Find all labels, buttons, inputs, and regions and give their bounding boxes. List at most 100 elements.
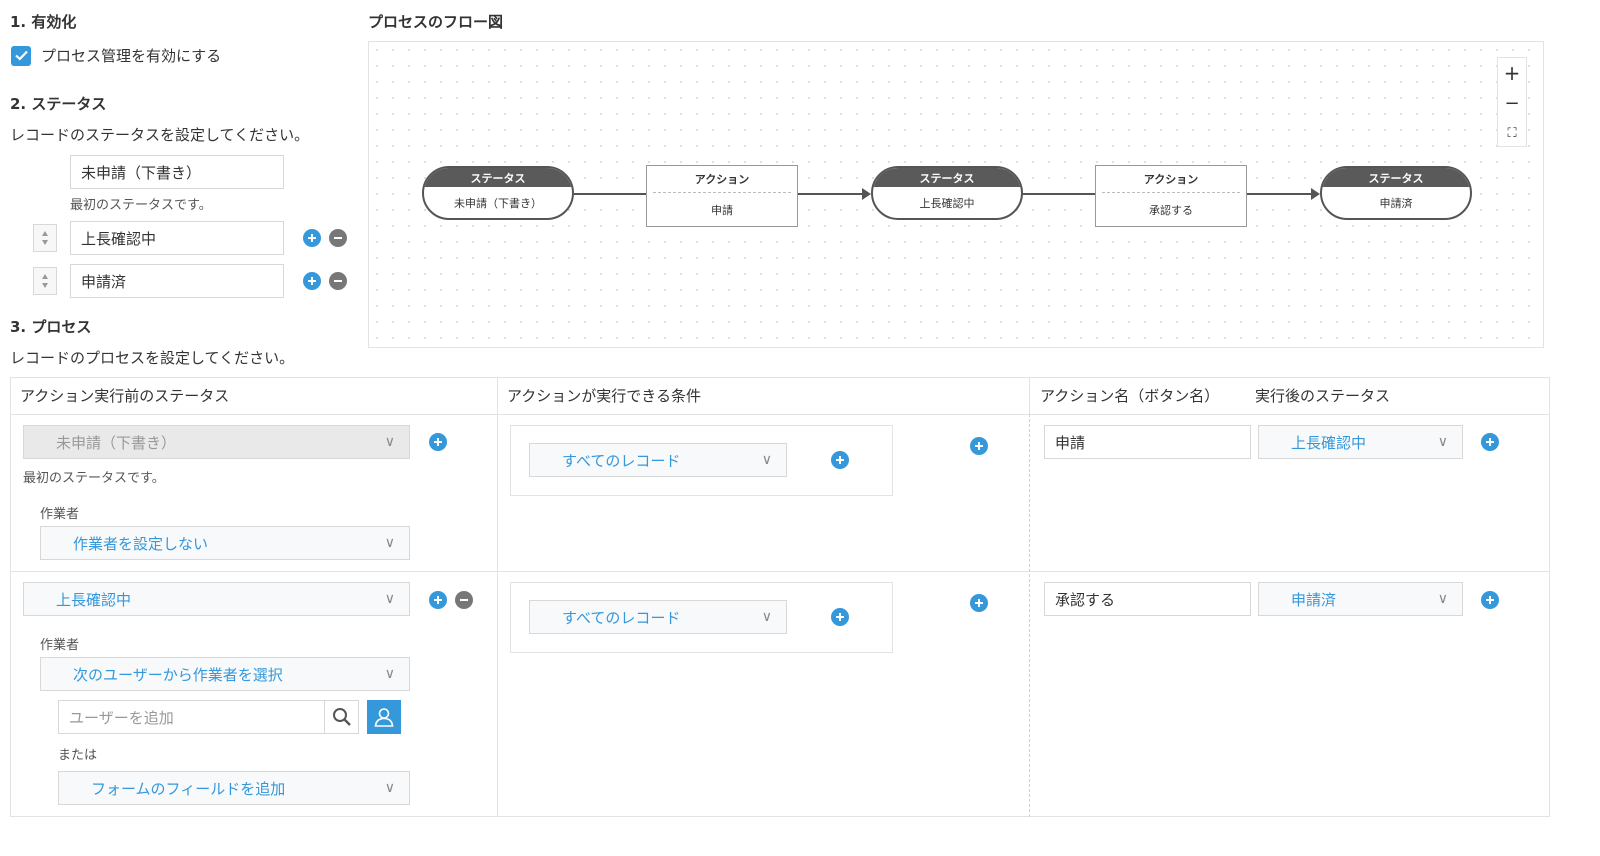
condition-select[interactable]: すべてのレコード ∨ [529, 600, 787, 634]
minus-icon [334, 280, 342, 282]
condition-value: すべてのレコード [562, 608, 681, 627]
first-status-note: 最初のステータスです。 [23, 471, 165, 486]
assignee-select[interactable]: 次のユーザーから作業者を選択 ∨ [40, 657, 410, 691]
flow-connector [1247, 193, 1312, 195]
fit-view-button[interactable]: ⛶ [1498, 118, 1526, 148]
plus-icon [975, 442, 983, 450]
before-status-value: 上長確認中 [56, 590, 132, 609]
flow-status-head: ステータス [1322, 168, 1470, 187]
enable-process-row[interactable]: プロセス管理を有効にする [11, 45, 221, 66]
flow-connector [798, 193, 863, 195]
arrow-head-icon [862, 188, 871, 200]
add-action-button[interactable] [429, 433, 447, 451]
table-row-divider [10, 571, 1550, 572]
remove-action-button[interactable] [455, 591, 473, 609]
add-action-button[interactable] [429, 591, 447, 609]
action-name-input[interactable]: 申請 [1044, 425, 1251, 459]
search-button[interactable] [324, 700, 359, 734]
flow-status-head: ステータス [424, 168, 572, 187]
flow-status-label: 上長確認中 [919, 196, 975, 210]
add-condition-button[interactable] [831, 608, 849, 626]
after-status-value: 上長確認中 [1291, 433, 1367, 452]
plus-icon [836, 613, 844, 621]
flow-status-label: 申請済 [1379, 196, 1413, 210]
zoom-in-button[interactable]: + [1498, 58, 1526, 88]
status-input-3[interactable]: 申請済 [70, 264, 284, 298]
section-enable-title: 1. 有効化 [10, 13, 77, 31]
user-picker-button[interactable] [367, 700, 401, 734]
minus-icon: − [1504, 92, 1520, 114]
plus-icon [1486, 596, 1494, 604]
zoom-controls: + − ⛶ [1497, 57, 1527, 147]
before-status-select[interactable]: 上長確認中 ∨ [23, 582, 410, 616]
flow-action-node: アクション 承認する [1095, 165, 1247, 227]
plus-icon [434, 438, 442, 446]
chevron-down-icon: ∨ [761, 609, 772, 625]
col-header-before-status: アクション実行前のステータス [20, 387, 230, 405]
flow-action-head: アクション [1102, 166, 1240, 193]
plus-icon [836, 456, 844, 464]
check-icon [14, 50, 28, 61]
or-label: または [58, 748, 98, 763]
sort-handle-2[interactable] [33, 224, 57, 252]
assignee-label: 作業者 [40, 638, 80, 653]
flow-title: プロセスのフロー図 [368, 13, 504, 31]
flow-connector [1023, 193, 1095, 195]
chevron-down-icon: ∨ [384, 591, 395, 607]
flow-action-label: 申請 [711, 203, 733, 217]
form-field-value: フォームのフィールドを追加 [91, 779, 286, 798]
status-input-2[interactable]: 上長確認中 [70, 221, 284, 255]
user-search-input[interactable]: ユーザーを追加 [58, 700, 325, 734]
flow-status-node: ステータス 上長確認中 [871, 166, 1023, 220]
user-search-placeholder: ユーザーを追加 [69, 708, 174, 727]
plus-icon [434, 596, 442, 604]
plus-icon: + [1503, 61, 1521, 85]
after-status-value: 申請済 [1291, 590, 1337, 609]
remove-status-button[interactable] [329, 272, 347, 290]
flow-action-node: アクション 申請 [646, 165, 798, 227]
after-status-select[interactable]: 上長確認中 ∨ [1258, 425, 1463, 459]
chevron-down-icon: ∨ [384, 666, 395, 682]
flow-status-node: ステータス 未申請（下書き） [422, 166, 574, 220]
section-status-title: 2. ステータス [10, 95, 107, 113]
first-status-note: 最初のステータスです。 [70, 198, 212, 213]
plus-icon [975, 599, 983, 607]
add-condition-button[interactable] [831, 451, 849, 469]
status-description: レコードのステータスを設定してください。 [10, 126, 310, 144]
chevron-down-icon: ∨ [761, 452, 772, 468]
flow-status-head: ステータス [873, 168, 1021, 187]
form-field-select[interactable]: フォームのフィールドを追加 ∨ [58, 771, 410, 805]
assignee-select[interactable]: 作業者を設定しない ∨ [40, 526, 410, 560]
minus-icon [334, 237, 342, 239]
col-header-after-status: 実行後のステータス [1255, 387, 1391, 405]
chevron-down-icon: ∨ [384, 434, 395, 450]
remove-status-button[interactable] [329, 229, 347, 247]
add-status-button[interactable] [303, 229, 321, 247]
add-branch-button[interactable] [1481, 591, 1499, 609]
assignee-label: 作業者 [40, 507, 80, 522]
search-icon [332, 708, 351, 726]
add-condition-group-button[interactable] [970, 437, 988, 455]
flow-action-head: アクション [653, 166, 791, 193]
add-branch-button[interactable] [1481, 433, 1499, 451]
plus-icon [1486, 438, 1494, 446]
chevron-down-icon: ∨ [1437, 591, 1448, 607]
chevron-down-icon: ∨ [1437, 434, 1448, 450]
action-name-input[interactable]: 承認する [1044, 582, 1251, 616]
zoom-out-button[interactable]: − [1498, 88, 1526, 118]
section-process-title: 3. プロセス [10, 318, 92, 336]
enable-process-checkbox[interactable] [11, 45, 31, 66]
condition-select[interactable]: すべてのレコード ∨ [529, 443, 787, 477]
col-header-condition: アクションが実行できる条件 [507, 387, 701, 405]
after-status-select[interactable]: 申請済 ∨ [1258, 582, 1463, 616]
sort-handle-3[interactable] [33, 267, 57, 295]
col-header-action-name: アクション名（ボタン名） [1040, 387, 1220, 405]
user-icon [374, 708, 394, 727]
assignee-value: 作業者を設定しない [73, 534, 209, 553]
status-input-1[interactable]: 未申請（下書き） [70, 155, 284, 189]
add-status-button[interactable] [303, 272, 321, 290]
flow-connector [574, 193, 646, 195]
flow-diagram-canvas[interactable]: + − ⛶ ステータス 未申請（下書き） アクション 申請 ステータス 上長確認… [368, 41, 1544, 348]
add-condition-group-button[interactable] [970, 594, 988, 612]
table-col-divider [1029, 377, 1030, 414]
